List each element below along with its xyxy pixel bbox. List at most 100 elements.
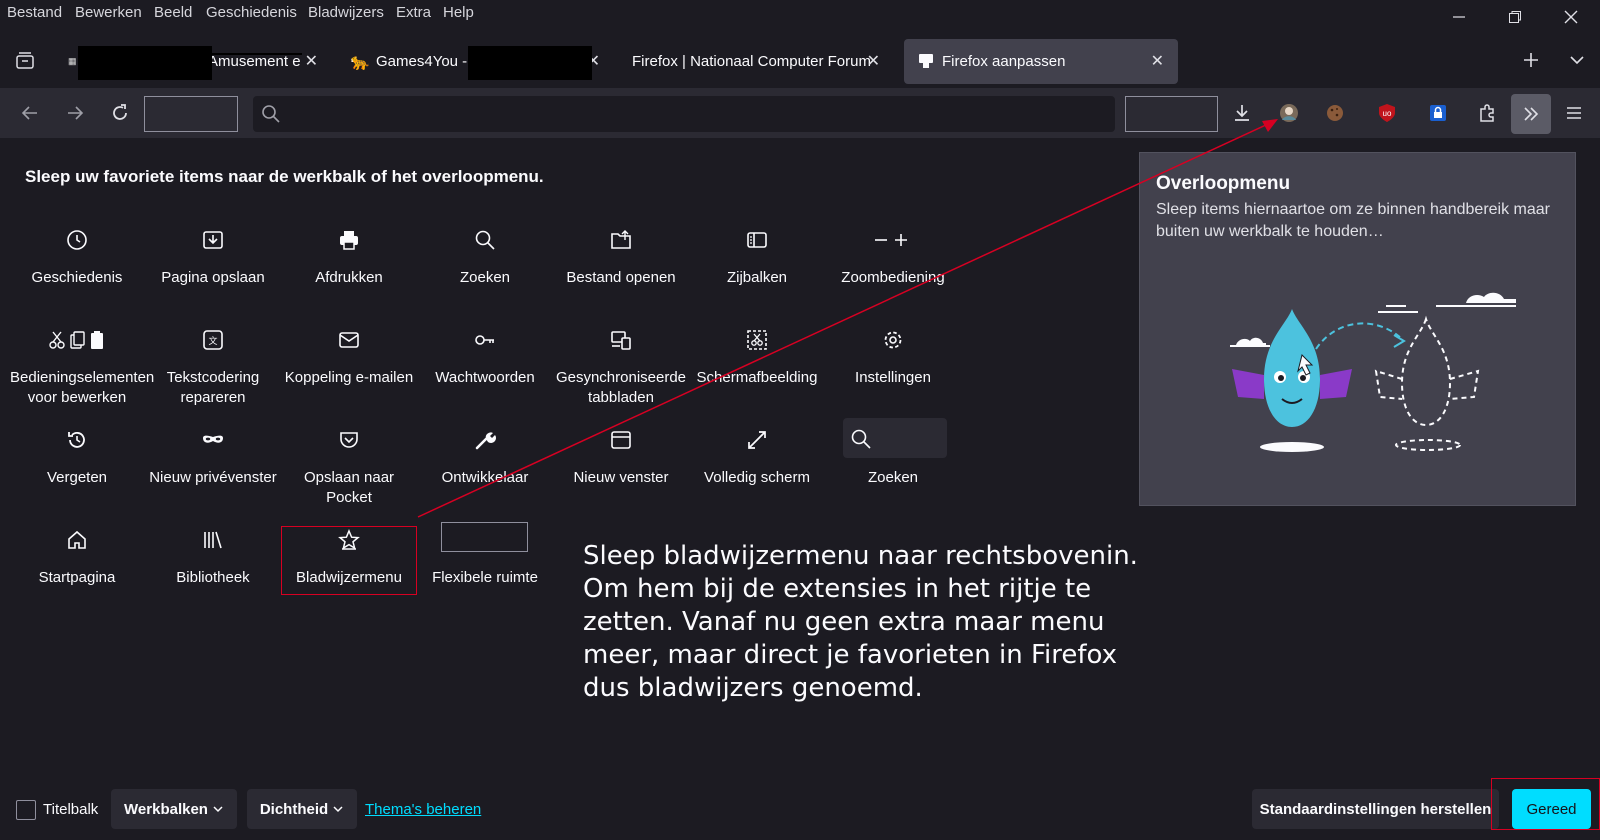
palette-item-tekstcodering[interactable]: 文 Tekstcodering repareren	[146, 328, 280, 408]
palette-item-startpagina[interactable]: Startpagina	[10, 528, 144, 588]
manage-themes-link[interactable]: Thema's beheren	[365, 801, 481, 818]
chevron-down-icon	[213, 806, 223, 813]
mail-icon	[339, 332, 359, 348]
palette-item-schermafbeelding[interactable]: Schermafbeelding	[690, 328, 824, 388]
redaction-block	[468, 46, 592, 80]
save-page-icon	[203, 231, 223, 249]
text-encoding-icon: 文	[203, 330, 223, 350]
overflow-chevron-button[interactable]	[1511, 94, 1551, 134]
menu-geschiedenis[interactable]: Geschiedenis	[206, 4, 297, 21]
app-menu-button[interactable]	[1557, 96, 1591, 130]
reload-button[interactable]	[103, 96, 137, 130]
palette-item-afdrukken[interactable]: Afdrukken	[282, 228, 416, 288]
minimize-button[interactable]	[1432, 0, 1486, 34]
highlight-box-done	[1491, 778, 1600, 830]
plus-icon	[1524, 53, 1538, 67]
pocket-icon	[340, 432, 358, 448]
new-tab-button[interactable]	[1514, 43, 1548, 77]
flexible-space-toolbar[interactable]	[1125, 96, 1218, 132]
extensions-button[interactable]	[1470, 96, 1504, 130]
forward-button[interactable]	[58, 96, 92, 130]
key-icon	[475, 335, 494, 345]
palette-item-zoombediening[interactable]: Zoombediening	[826, 228, 960, 288]
palette-item-flexibele-ruimte[interactable]: Flexibele ruimte	[418, 522, 552, 588]
back-button[interactable]	[13, 96, 47, 130]
download-icon	[1235, 105, 1249, 121]
wrench-icon	[475, 432, 496, 450]
menu-extra[interactable]: Extra	[396, 4, 431, 21]
url-bar[interactable]	[253, 96, 1115, 132]
extension-avatar-button[interactable]	[1272, 96, 1306, 130]
svg-text:uo: uo	[1383, 109, 1392, 118]
palette-item-koppeling-emailen[interactable]: Koppeling e-mailen	[282, 328, 416, 388]
edit-controls-icon	[49, 331, 103, 349]
palette-item-zoeken[interactable]: Zoeken	[418, 228, 552, 288]
palette-item-opslaan-naar-pocket[interactable]: Opslaan naar Pocket	[282, 428, 416, 508]
close-icon	[1564, 10, 1578, 24]
flexible-space-toolbar[interactable]	[144, 96, 238, 132]
gear-icon	[884, 331, 902, 349]
palette-item-bibliotheek[interactable]: Bibliotheek	[146, 528, 280, 588]
hamburger-icon	[1567, 107, 1581, 119]
tab-computer-forum[interactable]: Firefox | Nationaal Computer Forum ✕	[622, 39, 892, 84]
reload-icon	[113, 104, 127, 120]
menu-help[interactable]: Help	[443, 4, 474, 21]
titlebar-checkbox[interactable]	[16, 800, 36, 820]
minimize-icon	[1453, 16, 1465, 18]
palette-item-geschiedenis[interactable]: Geschiedenis	[10, 228, 144, 288]
tab-firefox-aanpassen[interactable]: Firefox aanpassen ✕	[904, 39, 1178, 84]
games-favicon-icon: 🐆	[350, 53, 370, 71]
tab-title: Amusement e	[208, 53, 301, 70]
density-dropdown[interactable]: Dichtheid	[247, 789, 357, 829]
palette-item-pagina-opslaan[interactable]: Pagina opslaan	[146, 228, 280, 288]
overflow-title: Overloopmenu	[1156, 173, 1291, 194]
palette-item-nieuw-privevenster[interactable]: Nieuw privévenster	[146, 428, 280, 488]
toolbars-dropdown[interactable]: Werkbalken	[111, 789, 237, 829]
menu-bewerken[interactable]: Bewerken	[75, 4, 142, 21]
palette-item-wachtwoorden[interactable]: Wachtwoorden	[418, 328, 552, 388]
double-chevron-right-icon	[1524, 107, 1539, 121]
search-icon	[475, 230, 495, 250]
palette-item-instellingen[interactable]: Instellingen	[826, 328, 960, 388]
tab-close-icon[interactable]: ✕	[867, 51, 880, 71]
menu-beeld[interactable]: Beeld	[154, 4, 192, 21]
close-window-button[interactable]	[1544, 0, 1598, 34]
palette-item-zoekbalk[interactable]: Zoeken	[826, 418, 960, 488]
cookie-icon	[1327, 105, 1343, 121]
tab-title: Games4You -	[376, 53, 468, 70]
flexible-space-icon	[441, 522, 528, 552]
private-mask-icon	[203, 435, 223, 443]
lock-shield-icon	[1430, 105, 1446, 121]
palette-item-zijbalken[interactable]: Zijbalken	[690, 228, 824, 288]
svg-text:文: 文	[208, 335, 217, 346]
palette-item-vergeten[interactable]: Vergeten	[10, 428, 144, 488]
palette-item-gesynchroniseerde-tabbladen[interactable]: Gesynchroniseerde tabbladen	[554, 328, 688, 408]
palette-item-ontwikkelaar[interactable]: Ontwikkelaar	[418, 428, 552, 488]
palette-item-nieuw-venster[interactable]: Nieuw venster	[554, 428, 688, 488]
restore-defaults-button[interactable]: Standaardinstellingen herstellen	[1252, 789, 1499, 829]
synced-tabs-icon	[611, 331, 631, 350]
palette-item-volledig-scherm[interactable]: Volledig scherm	[690, 428, 824, 488]
ublock-shield-icon: uo	[1379, 104, 1395, 122]
tab-close-icon[interactable]: ✕	[1151, 51, 1164, 71]
tab-title: Firefox aanpassen	[942, 53, 1066, 70]
home-icon	[68, 530, 86, 549]
list-all-tabs-button[interactable]	[8, 43, 42, 77]
palette-item-bedieningselementen[interactable]: Bedieningselementen voor bewerken	[10, 328, 154, 408]
extension-cookie-button[interactable]	[1318, 96, 1352, 130]
menu-bestand[interactable]: Bestand	[7, 4, 62, 21]
highlight-box-bookmarks-menu	[281, 526, 417, 595]
extension-bitwarden-button[interactable]	[1421, 96, 1455, 130]
tab-close-icon[interactable]: ✕	[305, 51, 318, 71]
extension-ublock-button[interactable]: uo	[1370, 96, 1404, 130]
restore-icon	[1509, 11, 1521, 23]
tab-list-button[interactable]	[1560, 43, 1594, 77]
tab-manager-icon	[16, 52, 34, 69]
menu-bladwijzers[interactable]: Bladwijzers	[308, 4, 384, 21]
palette-item-bestand-openen[interactable]: Bestand openen	[554, 228, 688, 288]
downloads-button[interactable]	[1225, 96, 1259, 130]
arrow-left-icon	[21, 106, 37, 120]
restore-button[interactable]	[1488, 0, 1542, 34]
annotation-text: Sleep bladwijzermenu naar rechtsbovenin.…	[583, 541, 1138, 703]
forget-icon	[68, 432, 85, 448]
